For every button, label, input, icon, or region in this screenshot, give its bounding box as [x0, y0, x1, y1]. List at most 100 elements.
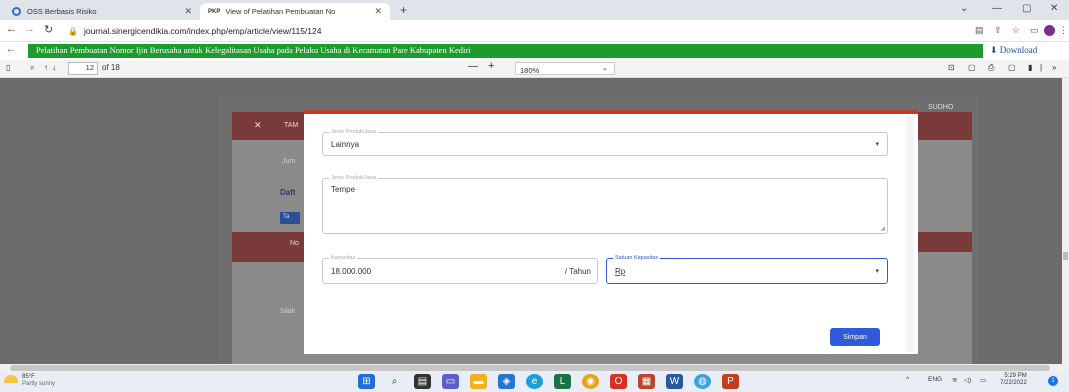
field-suffix: / Tahun: [564, 267, 591, 276]
task-view-icon[interactable]: ▤: [414, 374, 431, 389]
chevron-up-icon[interactable]: ^: [906, 376, 909, 383]
powerpoint-icon[interactable]: P: [722, 374, 739, 389]
tab-oss[interactable]: OSS Berbasis Risiko ✕: [4, 3, 200, 20]
zoom-select[interactable]: 180% ⌄: [515, 62, 615, 75]
satuan-kapasitas-select[interactable]: Satuan Kapasitas Rp ▾: [606, 255, 888, 284]
tab-title: View of Pelatihan Pembuatan No: [225, 7, 336, 16]
taskbar-apps: ⊞ ⌕ ▤ ▭ ▬ ◈ e L ◉ O ▦ W ◍ P: [358, 374, 739, 389]
jenis-produk-select[interactable]: Jenis Produk/Jasa Lainnya ▾: [322, 129, 888, 156]
chat-icon[interactable]: ▭: [442, 374, 459, 389]
search-icon[interactable]: ⌕: [30, 63, 34, 73]
menu-icon[interactable]: ⋮: [1059, 25, 1068, 36]
tab-pkp[interactable]: PKP View of Pelatihan Pembuatan No ✕: [200, 3, 390, 20]
close-icon[interactable]: ✕: [184, 6, 192, 17]
next-page-icon[interactable]: ↓: [52, 63, 56, 72]
search-icon[interactable]: ⌕: [386, 374, 403, 389]
avatar[interactable]: [1044, 25, 1055, 36]
tab-title: OSS Berbasis Risiko: [27, 7, 97, 16]
chevron-down-icon[interactable]: ⌄: [960, 3, 968, 14]
page-text: Ta: [283, 214, 290, 220]
zoom-out-icon[interactable]: —: [468, 61, 478, 72]
page-table-header: [232, 232, 304, 262]
caret-down-icon: ▾: [875, 141, 879, 148]
forward-icon[interactable]: →: [24, 23, 35, 35]
zoom-in-icon[interactable]: +: [488, 60, 494, 72]
rotate-icon[interactable]: ▢: [968, 63, 976, 72]
pdf-title-bar: ← Pelatihan Pembuatan Nomor Ijin Berusah…: [0, 42, 1069, 60]
page-table-header-right: [918, 232, 972, 252]
translate-icon[interactable]: ▤: [975, 25, 984, 36]
field-label: Jenis Produk/Jasa: [329, 175, 378, 181]
close-icon[interactable]: ✕: [374, 6, 382, 17]
scroll-thumb[interactable]: [1063, 252, 1068, 260]
weather-widget[interactable]: 85°F Partly sunny: [22, 374, 55, 388]
share-icon[interactable]: ⇪: [994, 25, 1002, 36]
office-icon[interactable]: O: [610, 374, 627, 389]
divider: |: [1040, 63, 1043, 72]
zoom-value: 180%: [520, 66, 540, 75]
windows-start-icon[interactable]: ⊞: [358, 374, 375, 389]
kapasitas-input[interactable]: Kapasitas 18.000.000 / Tahun: [322, 255, 598, 284]
page-text: Jum: [282, 158, 296, 165]
prev-page-icon[interactable]: ↑: [44, 63, 48, 72]
simpan-button[interactable]: Simpan: [830, 328, 880, 346]
weather-icon: [4, 375, 18, 383]
field-label: Jenis Produk/Jasa: [329, 129, 378, 135]
page-text: SUDHO: [928, 104, 954, 111]
new-tab-button[interactable]: +: [400, 3, 407, 17]
page-text: Daft: [280, 188, 296, 197]
restore-button[interactable]: ▢: [1022, 3, 1031, 14]
back-icon[interactable]: ←: [6, 23, 17, 35]
modal-scrollbar[interactable]: [906, 116, 914, 352]
field-value: Rp: [615, 267, 626, 276]
jenis-produk-textarea[interactable]: Jenis Produk/Jasa Tempe ◢: [322, 175, 888, 234]
star-icon[interactable]: ☆: [1012, 25, 1020, 36]
download-label: Download: [999, 45, 1038, 55]
caret-down-icon: ▾: [875, 268, 879, 275]
download-button[interactable]: ⬇ Download: [990, 45, 1037, 56]
url-field[interactable]: 🔒 journal.sinergicendikia.com/index.php/…: [68, 23, 918, 39]
h-scroll-thumb[interactable]: [10, 365, 1050, 371]
resize-handle-icon[interactable]: ◢: [880, 225, 885, 232]
doc-title: Pelatihan Pembuatan Nomor Ijin Berusaha …: [28, 44, 983, 58]
excel-icon[interactable]: L: [554, 374, 571, 389]
back-arrow-icon[interactable]: ←: [6, 44, 16, 55]
field-value: Tempe: [331, 185, 356, 194]
modal-dialog: Jenis Produk/Jasa Lainnya ▾ Jenis Produk…: [304, 110, 918, 354]
minimize-button[interactable]: —: [992, 3, 1002, 14]
vertical-scrollbar[interactable]: [1062, 78, 1069, 364]
more-tools-icon[interactable]: »: [1052, 63, 1056, 72]
app-icon[interactable]: ▦: [638, 374, 655, 389]
sidebar-icon[interactable]: ▭: [1030, 25, 1039, 36]
battery-icon[interactable]: ▭: [980, 376, 986, 384]
page-number-input[interactable]: 12: [68, 62, 98, 75]
clock[interactable]: 5:29 PM 7/22/2022: [1000, 373, 1027, 387]
url-text: journal.sinergicendikia.com/index.php/em…: [83, 26, 322, 36]
presentation-icon[interactable]: ⊡: [948, 63, 955, 72]
store-icon[interactable]: ◈: [498, 374, 515, 389]
oss-favicon-icon: [12, 7, 21, 16]
time: 5:29 PM: [1004, 373, 1027, 379]
edge-icon[interactable]: e: [526, 374, 543, 389]
language-indicator[interactable]: ENG: [928, 376, 942, 383]
notification-badge[interactable]: 1: [1048, 376, 1058, 386]
weather-text: Partly sunny: [22, 381, 56, 387]
close-window-button[interactable]: ✕: [1050, 3, 1058, 14]
field-label: Kapasitas: [329, 255, 358, 261]
chrome-icon[interactable]: ◉: [582, 374, 599, 389]
print-icon[interactable]: ⎙: [988, 63, 994, 73]
wifi-icon[interactable]: ≋: [952, 376, 957, 384]
sidebar-toggle-icon[interactable]: ▯: [6, 63, 10, 72]
field-value: 18.000.000: [331, 267, 372, 276]
app2-icon[interactable]: ◍: [694, 374, 711, 389]
save-icon[interactable]: ▢: [1008, 63, 1016, 72]
reload-icon[interactable]: ↻: [44, 23, 53, 36]
bookmark-icon[interactable]: ▮: [1028, 63, 1032, 72]
field-value: Lainnya: [331, 140, 360, 149]
pkp-favicon-icon: PKP: [208, 8, 221, 15]
field-label: Satuan Kapasitas: [613, 255, 661, 261]
date: 7/22/2022: [1000, 380, 1027, 386]
word-icon[interactable]: W: [666, 374, 683, 389]
volume-icon[interactable]: ◁): [964, 376, 971, 384]
file-explorer-icon[interactable]: ▬: [470, 374, 487, 389]
